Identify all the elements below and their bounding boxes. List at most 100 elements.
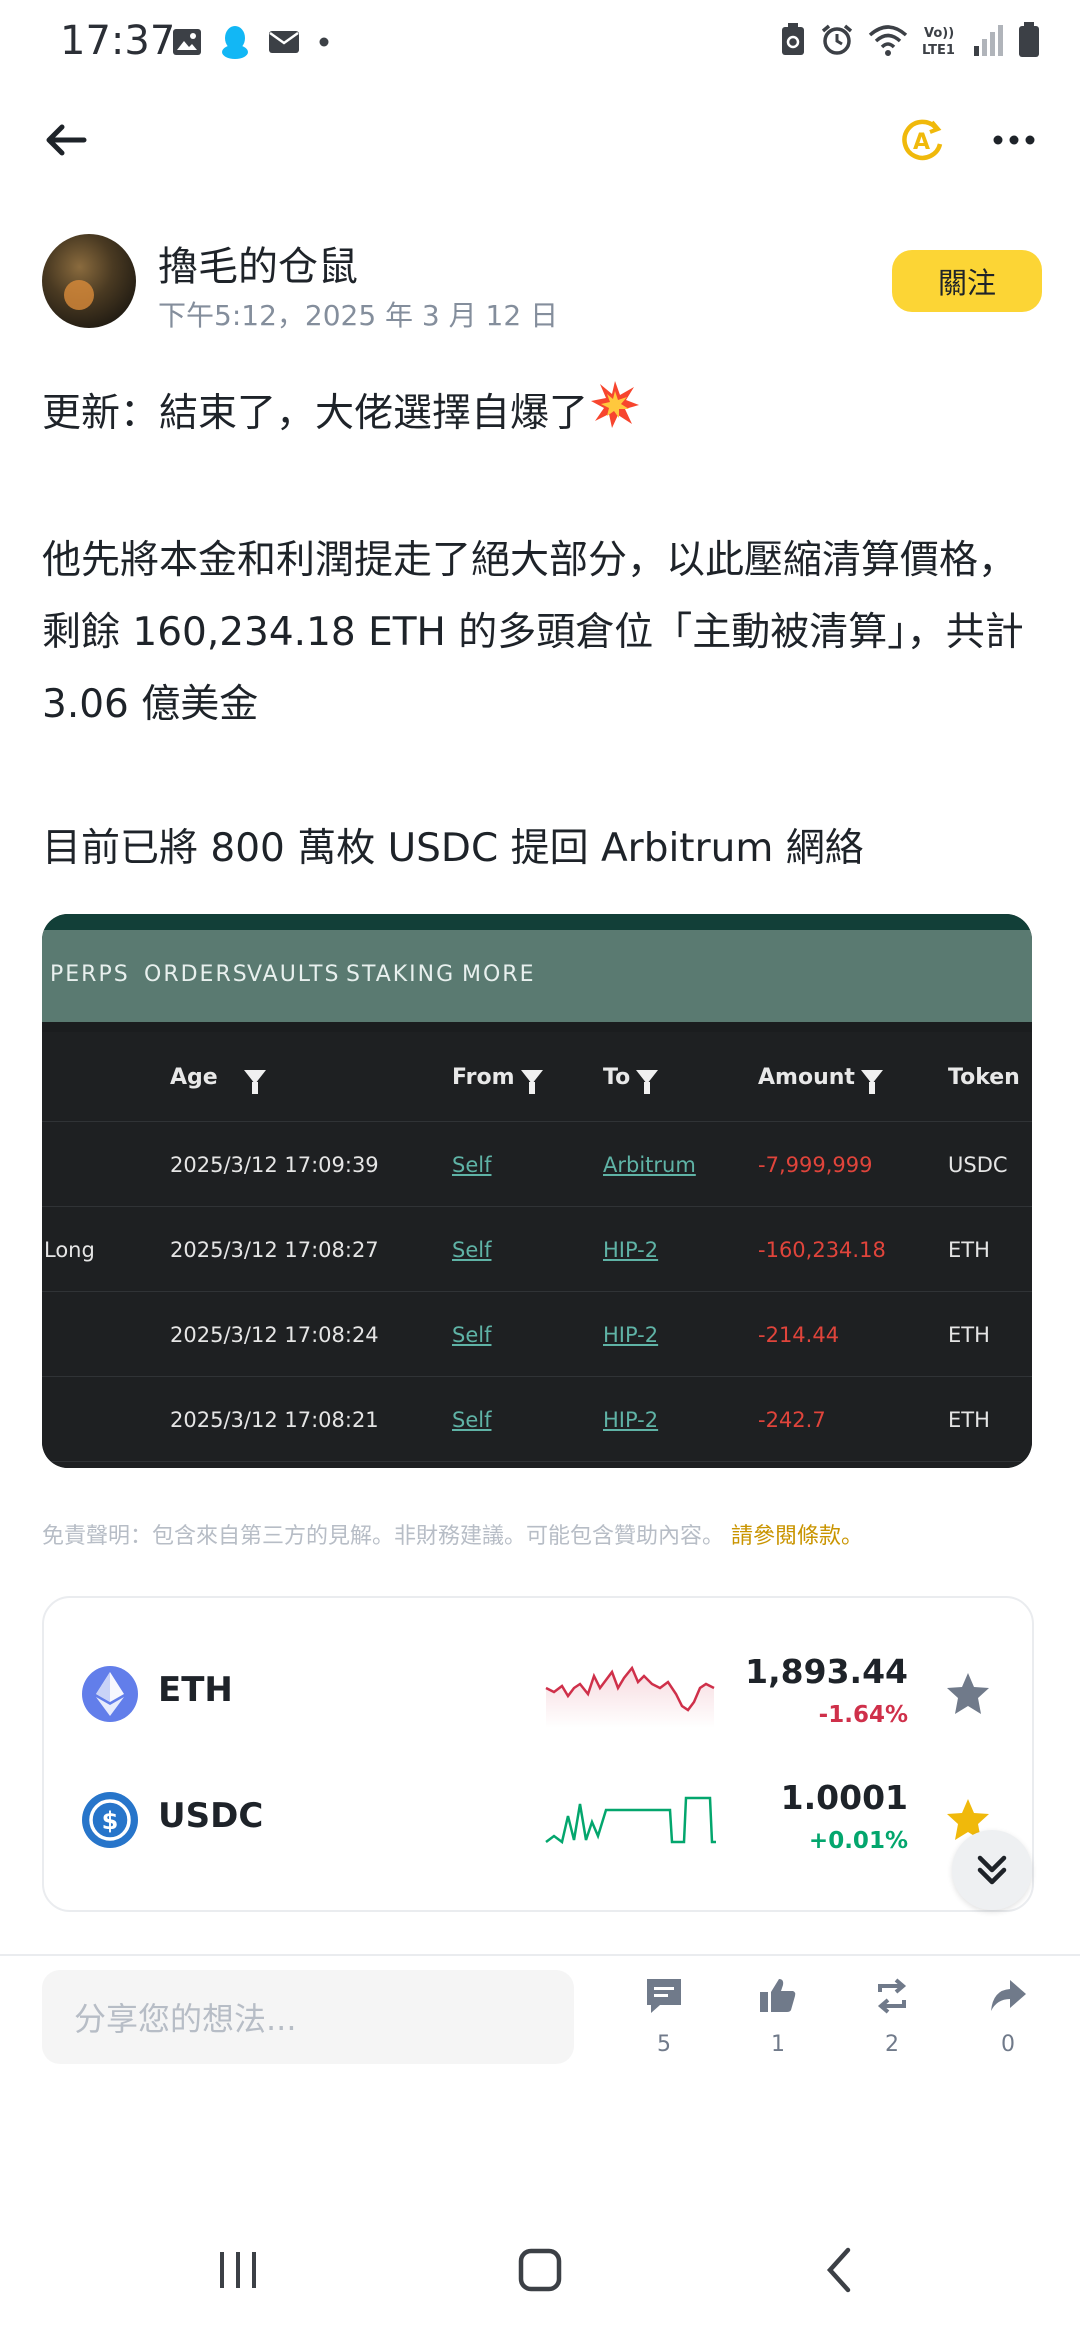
- signal-icon: [974, 25, 1003, 56]
- token-price: 1,893.44: [745, 1652, 908, 1691]
- home-icon: [518, 2248, 562, 2292]
- rewards-button[interactable]: A: [896, 114, 948, 166]
- wifi-icon: [868, 25, 908, 56]
- image-transfer-table: Age From To Amount Token 2025/3/12 17:09…: [42, 1032, 1032, 1468]
- qq-icon: [222, 26, 248, 59]
- cell-age: 2025/3/12 17:08:24: [170, 1322, 379, 1347]
- alarm-icon: [821, 24, 853, 55]
- repost-icon: [877, 1978, 907, 2014]
- double-chevron-down-icon: [977, 1855, 1007, 1885]
- table-row: 2025/3/12 17:09:39 Self Arbitrum -7,999,…: [42, 1122, 1032, 1207]
- share-arrow-icon: [991, 1980, 1026, 2011]
- post-image[interactable]: PERPS ORDERS VAULTS STAKING MORE Age Fro…: [42, 914, 1032, 1468]
- column-header-age: Age: [170, 1064, 218, 1090]
- battery-icon: [1019, 22, 1039, 57]
- usdc-sparkline: [545, 1796, 716, 1845]
- token-change: +0.01%: [808, 1828, 908, 1854]
- cell-from: Self: [452, 1237, 492, 1262]
- comment-icon: [647, 1979, 681, 2013]
- post-paragraph: 他先將本金和利潤提走了絕大部分，以此壓縮清算價格，剩餘 160,234.18 E…: [42, 537, 1024, 727]
- cell-amount: -214.44: [758, 1322, 840, 1347]
- column-header-token: Token: [948, 1064, 1020, 1090]
- column-header-from: From: [452, 1064, 515, 1090]
- share-count: 0: [1001, 2032, 1015, 2057]
- token-price: 1.0001: [780, 1778, 908, 1817]
- system-nav-bar: [0, 2210, 1080, 2320]
- cell-to: HIP-2: [603, 1322, 659, 1347]
- ethereum-icon: [82, 1666, 138, 1722]
- filter-icon: [636, 1070, 659, 1094]
- repost-button[interactable]: 2: [852, 1976, 932, 2066]
- table-header-row: Age From To Amount Token: [42, 1032, 1032, 1122]
- cell-token: USDC: [948, 1152, 1008, 1177]
- rewards-icon: A: [902, 119, 943, 161]
- filter-icon: [860, 1070, 883, 1094]
- filter-icon: [520, 1070, 543, 1094]
- post-paragraph: 目前已將 800 萬枚 USDC 提回 Arbitrum 網絡: [42, 825, 864, 871]
- cell-age: 2025/3/12 17:09:39: [170, 1152, 379, 1177]
- cell-token: ETH: [948, 1322, 990, 1347]
- token-row-eth[interactable]: ETH 1,893.44 -1.64%: [44, 1634, 1032, 1754]
- top-app-bar: A: [0, 100, 1080, 180]
- usdc-icon: $: [82, 1792, 138, 1848]
- back-button[interactable]: [40, 114, 92, 166]
- token-symbol: USDC: [158, 1796, 264, 1836]
- svg-text:A: A: [913, 130, 930, 155]
- chevron-left-icon: [826, 2247, 851, 2293]
- star-outline-icon[interactable]: [944, 1670, 992, 1718]
- terms-link[interactable]: 請參閱條款。: [731, 1524, 863, 1549]
- cell-to: HIP-2: [603, 1237, 659, 1262]
- token-card: ETH 1,893.44 -1.64% $ USDC 1.0001 +0.01%: [42, 1596, 1034, 1912]
- recent-apps-button[interactable]: [208, 2240, 268, 2300]
- cell-token: ETH: [948, 1407, 990, 1432]
- comment-input[interactable]: 分享您的想法...: [42, 1970, 574, 2064]
- table-row: 2025/3/12 17:08:21 Self HIP-2 -242.7 ETH: [42, 1377, 1032, 1462]
- eth-sparkline: [545, 1665, 715, 1728]
- post-timestamp: 下午5:12，2025 年 3 月 12 日: [158, 299, 559, 332]
- status-bar: 17:37 Vo)) LTE1: [0, 0, 1080, 84]
- svg-text:Vo)): Vo)): [924, 26, 954, 41]
- table-row: Long 2025/3/12 17:08:27 Self HIP-2 -160,…: [42, 1207, 1032, 1292]
- token-row-usdc[interactable]: $ USDC 1.0001 +0.01%: [44, 1760, 1032, 1880]
- filter-icon: [243, 1070, 266, 1094]
- like-button[interactable]: 1: [738, 1976, 818, 2066]
- volte-icon: Vo)) LTE1: [922, 26, 955, 57]
- image-nav-item: STAKING: [346, 962, 456, 987]
- like-count: 1: [771, 2032, 785, 2057]
- cell-amount: -242.7: [758, 1407, 826, 1432]
- cell-token: ETH: [948, 1237, 990, 1262]
- image-nav-item: ORDERS: [144, 962, 249, 987]
- more-options-button[interactable]: [988, 114, 1040, 166]
- image-nav-item: MORE: [462, 962, 536, 987]
- disclaimer-text: 免責聲明：包含來自第三方的見解。非財務建議。可能包含贊助內容。: [42, 1524, 725, 1549]
- home-button[interactable]: [510, 2240, 570, 2300]
- mail-icon: [269, 31, 299, 53]
- post-paragraph: 更新：結束了，大佬選擇自爆了: [42, 378, 1042, 453]
- cell-amount: -160,234.18: [758, 1237, 886, 1262]
- status-time: 17:37: [60, 18, 176, 64]
- follow-button[interactable]: 關注: [892, 250, 1042, 312]
- avatar[interactable]: [42, 234, 136, 328]
- comment-count: 5: [657, 2032, 671, 2057]
- cell-from: Self: [452, 1322, 492, 1347]
- repost-count: 2: [885, 2032, 899, 2057]
- post-content: 更新：結束了，大佬選擇自爆了 他先將本金和利潤提走了絕大部分，以此壓縮清算價格，…: [42, 378, 1042, 885]
- cell-to: Arbitrum: [603, 1152, 696, 1177]
- token-change: -1.64%: [818, 1702, 908, 1728]
- cell-type: Long: [44, 1237, 95, 1262]
- svg-text:LTE1: LTE1: [922, 43, 955, 57]
- arrow-left-icon: [46, 124, 87, 156]
- battery-saver-icon: [782, 23, 804, 55]
- scroll-to-bottom-button[interactable]: [952, 1830, 1032, 1910]
- svg-text:$: $: [102, 1807, 119, 1835]
- system-back-button[interactable]: [810, 2240, 870, 2300]
- recents-icon: [220, 2252, 256, 2288]
- author-name[interactable]: 擼毛的仓鼠: [158, 234, 358, 292]
- gallery-icon: [173, 29, 201, 55]
- image-nav-item: PERPS: [50, 962, 130, 987]
- thumbs-up-icon: [760, 1979, 796, 2012]
- comment-button[interactable]: 5: [624, 1976, 704, 2066]
- share-button[interactable]: 0: [968, 1976, 1048, 2066]
- cell-from: Self: [452, 1407, 492, 1432]
- column-header-amount: Amount: [758, 1064, 855, 1090]
